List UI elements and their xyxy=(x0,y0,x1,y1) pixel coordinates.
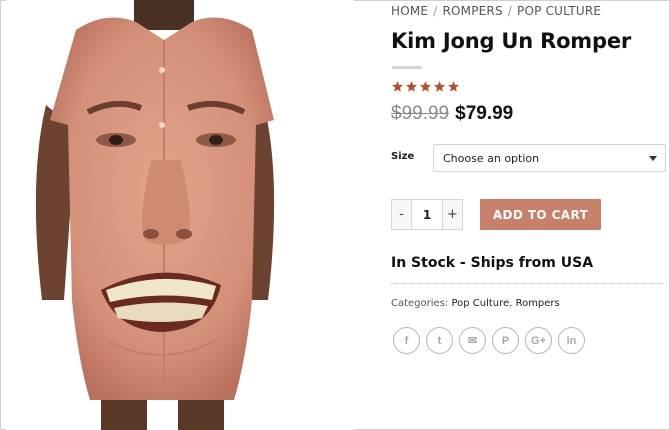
add-to-cart-button[interactable]: ADD TO CART xyxy=(480,199,601,230)
star-icon xyxy=(448,81,459,92)
stock-status: In Stock - Ships from USA xyxy=(391,255,594,271)
quantity-plus-button[interactable]: + xyxy=(443,200,462,229)
facebook-icon[interactable]: f xyxy=(393,327,420,354)
rating-stars[interactable] xyxy=(391,80,460,93)
breadcrumb-home[interactable]: HOME xyxy=(391,4,428,18)
breadcrumb: HOME / ROMPERS / POP CULTURE xyxy=(391,4,601,18)
star-icon xyxy=(392,81,403,92)
size-select-value: Choose an option xyxy=(443,152,540,165)
quantity-stepper: - 1 + xyxy=(391,199,463,230)
divider xyxy=(391,283,666,284)
product-title: Kim Jong Un Romper xyxy=(391,29,632,53)
breadcrumb-pop-culture[interactable]: POP CULTURE xyxy=(517,4,601,18)
twitter-icon[interactable]: t xyxy=(426,327,453,354)
old-price: $99.99 xyxy=(391,103,450,124)
quantity-input[interactable]: 1 xyxy=(411,200,443,229)
quantity-minus-button[interactable]: - xyxy=(392,200,411,229)
breadcrumb-separator: / xyxy=(433,4,438,18)
share-icons: f t ✉ P G+ in xyxy=(393,327,585,354)
breadcrumb-rompers[interactable]: ROMPERS xyxy=(442,4,502,18)
breadcrumb-separator: / xyxy=(507,4,513,18)
size-label: Size xyxy=(391,151,415,162)
google-plus-icon[interactable]: G+ xyxy=(525,327,552,354)
romper-photo-illustration xyxy=(35,0,275,430)
product-categories: Categories: Pop Culture, Rompers xyxy=(391,298,560,309)
star-icon xyxy=(420,81,431,92)
star-icon xyxy=(434,81,445,92)
product-image[interactable] xyxy=(6,0,354,430)
sale-price: $79.99 xyxy=(455,103,514,124)
pinterest-icon[interactable]: P xyxy=(492,327,519,354)
categories-label: Categories: xyxy=(391,298,449,309)
price: $99.99 $79.99 xyxy=(391,103,513,125)
title-divider xyxy=(392,66,422,69)
categories-separator: , xyxy=(509,298,513,309)
size-select[interactable]: Choose an option xyxy=(433,144,666,172)
chevron-down-icon xyxy=(649,156,657,161)
star-icon xyxy=(406,81,417,92)
email-icon[interactable]: ✉ xyxy=(459,327,486,354)
linkedin-icon[interactable]: in xyxy=(558,327,585,354)
category-link-rompers[interactable]: Rompers xyxy=(516,298,560,309)
category-link-pop-culture[interactable]: Pop Culture xyxy=(451,298,509,309)
